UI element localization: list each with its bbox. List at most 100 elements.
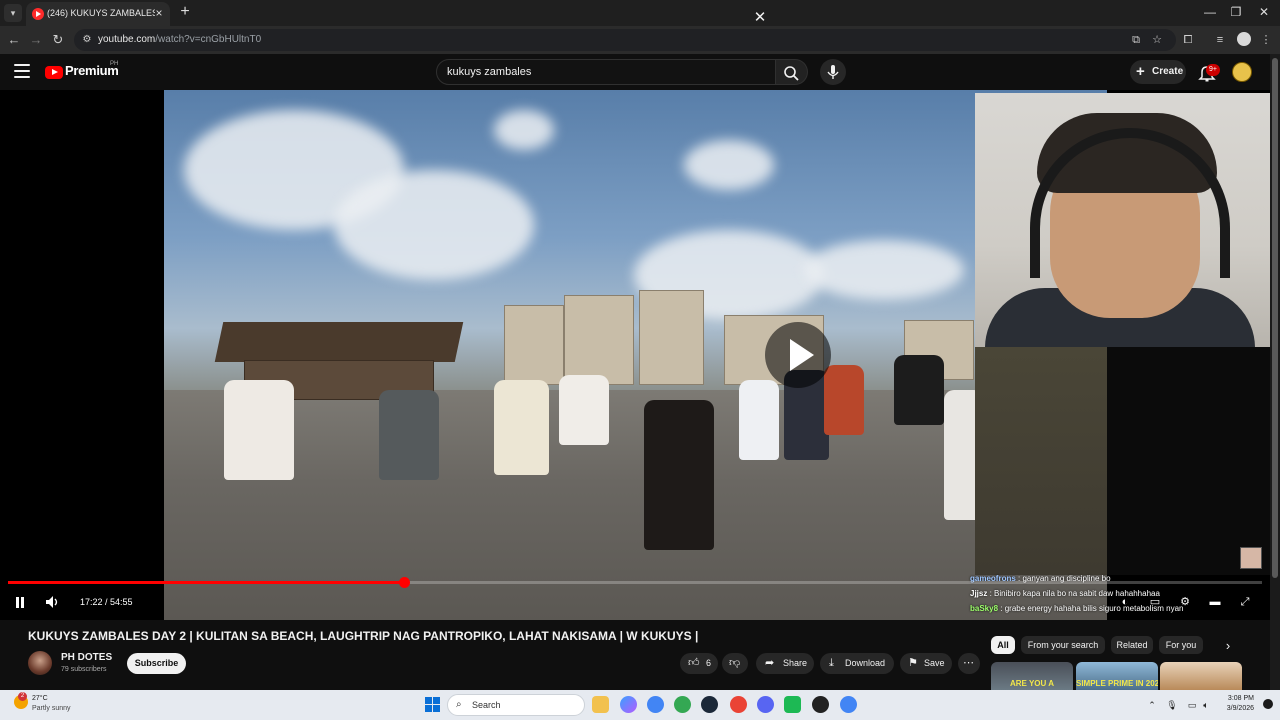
filter-chip-from-search[interactable]: From your search <box>1021 636 1105 654</box>
new-tab-button[interactable]: + <box>176 3 194 21</box>
filter-chip-for-you[interactable]: For you <box>1159 636 1203 654</box>
share-button[interactable]: ➦ Share <box>756 653 814 674</box>
media-controls-icon[interactable]: ≡ <box>1212 32 1228 48</box>
reload-icon[interactable]: ↻ <box>48 30 68 50</box>
search-input[interactable]: kukuys zambales <box>436 59 776 85</box>
taskbar-search-box[interactable]: ⌕ Search <box>447 694 585 716</box>
network-icon[interactable]: ▭ <box>1186 699 1198 711</box>
site-info-icon[interactable]: ⚙ <box>81 34 93 46</box>
steam-icon[interactable] <box>701 696 718 713</box>
video-frame[interactable] <box>164 90 1107 620</box>
chrome-icon[interactable] <box>647 696 664 713</box>
windows-start-icon[interactable] <box>425 697 440 712</box>
taskbar-search-label: Search <box>472 700 501 710</box>
cast-icon[interactable]: ⧉ <box>1129 33 1143 47</box>
obs-icon[interactable] <box>812 696 829 713</box>
progress-bar-played <box>8 581 404 584</box>
browser-menu-icon[interactable]: ⋮ <box>1258 32 1274 48</box>
chrome-profile-icon[interactable] <box>674 696 691 713</box>
speaker-icon <box>46 596 58 608</box>
pause-icon[interactable] <box>10 592 30 612</box>
youtube-logo-icon[interactable] <box>45 66 63 79</box>
tray-overflow-chevron-icon[interactable]: ⌃ <box>1146 699 1158 711</box>
streamer-webcam-overlay <box>975 93 1270 347</box>
settings-gear-icon[interactable]: ⚙ <box>1176 593 1194 611</box>
tab-title: (246) KUKUYS ZAMBALES D <box>47 8 155 18</box>
subtitles-icon[interactable]: ▭ <box>1146 593 1164 611</box>
window-close-button[interactable]: ✕ <box>1250 2 1278 22</box>
page-scrollbar-thumb[interactable] <box>1272 58 1278 578</box>
overlay-panel-dark <box>1107 347 1270 575</box>
dislike-button[interactable]: 👎︎ <box>722 653 748 674</box>
extensions-icon[interactable]: ⧠ <box>1180 32 1196 48</box>
like-button[interactable]: 👍︎ 6 <box>680 653 718 674</box>
weather-condition[interactable]: Partly sunny <box>32 705 71 712</box>
progress-scrubber-handle[interactable] <box>399 577 410 588</box>
taskbar-clock-time[interactable]: 3:08 PM <box>1224 695 1254 702</box>
tab-close-icon[interactable]: × <box>152 6 166 20</box>
weather-alert-badge: 2 <box>18 692 27 701</box>
copilot-icon[interactable] <box>620 696 637 713</box>
create-button[interactable]: + Create <box>1130 60 1186 84</box>
app-icon[interactable] <box>784 696 801 713</box>
thumbs-down-icon: 👎︎ <box>729 657 741 669</box>
download-icon: ⤓ <box>829 657 834 669</box>
recommended-video-thumbnail[interactable]: ARE YOU A <box>991 662 1073 690</box>
back-arrow-icon[interactable]: ← <box>4 30 24 50</box>
clear-search-icon[interactable]: ✕ <box>752 10 768 26</box>
window-minimize-button[interactable]: — <box>1196 2 1224 22</box>
chrome-window-icon[interactable] <box>840 696 857 713</box>
search-button[interactable] <box>776 59 808 85</box>
create-label: Create <box>1152 66 1184 77</box>
chrome-app-icon[interactable] <box>730 696 747 713</box>
video-player[interactable]: gameofrons : ganyan ang discipline bo Jj… <box>0 90 1270 620</box>
youtube-favicon-icon <box>32 8 44 20</box>
volume-tray-icon[interactable]: 🔈︎ <box>1200 699 1212 711</box>
chat-username: Jjjsz <box>970 589 988 598</box>
chat-text: : Binibiro kapa nila bo na sabit daw hah… <box>987 589 1160 598</box>
taskbar-clock-date[interactable]: 3/9/2026 <box>1218 705 1254 712</box>
stream-avatar-thumbnail <box>1240 547 1262 569</box>
notification-center-icon[interactable] <box>1263 699 1273 709</box>
recommended-video-thumbnail[interactable] <box>1160 662 1242 690</box>
more-horizontal-icon: ⋯ <box>963 657 974 669</box>
chevron-right-icon[interactable]: › <box>1221 639 1235 653</box>
channel-name[interactable]: PH DOTES <box>61 652 112 663</box>
subscribe-button[interactable]: Subscribe <box>127 653 186 674</box>
overlay-panel <box>975 347 1107 575</box>
menu-hamburger-icon[interactable] <box>14 64 30 78</box>
file-explorer-icon[interactable] <box>592 696 609 713</box>
account-avatar[interactable] <box>1232 62 1252 82</box>
search-icon: ⌕ <box>456 699 462 710</box>
discord-icon[interactable] <box>757 696 774 713</box>
fullscreen-icon[interactable]: ⤢ <box>1236 593 1254 611</box>
filter-chip-all[interactable]: All <box>991 636 1015 654</box>
weather-temperature[interactable]: 27°C <box>32 695 48 702</box>
address-bar[interactable]: ⚙ youtube.com/watch?v=cnGbHUltnT0 ⧉ ☆ <box>74 29 1176 51</box>
bookmark-icon: ⚑ <box>908 657 918 669</box>
window-restore-button[interactable]: ❐ <box>1222 2 1250 22</box>
channel-avatar[interactable] <box>28 651 52 675</box>
notification-count-badge: 9+ <box>1206 64 1220 76</box>
voice-search-button[interactable] <box>820 59 846 85</box>
volume-icon[interactable] <box>42 592 62 612</box>
like-count: 6 <box>706 658 712 668</box>
browser-profile-avatar[interactable] <box>1237 32 1251 46</box>
theater-mode-icon[interactable]: ▬ <box>1206 593 1224 611</box>
filter-chip-related[interactable]: Related <box>1111 636 1153 654</box>
live-chat-overlay: gameofrons : ganyan ang discipline bo Jj… <box>970 571 1210 616</box>
more-actions-button[interactable]: ⋯ <box>958 653 980 674</box>
save-button[interactable]: ⚑ Save <box>900 653 952 674</box>
download-button[interactable]: ⤓ Download <box>820 653 894 674</box>
tab-search-menu-button[interactable]: ▾ <box>4 4 22 22</box>
windows-taskbar: 2 27°C Partly sunny ⌕ Search ⌃ 🎙︎ ▭ 🔈︎ 3… <box>0 690 1280 720</box>
bookmark-star-icon[interactable]: ☆ <box>1150 33 1164 47</box>
share-arrow-icon: ➦ <box>765 657 775 669</box>
browser-tab-active[interactable]: (246) KUKUYS ZAMBALES D × <box>26 2 170 26</box>
recommended-video-thumbnail[interactable]: SIMPLE PRIME IN 2025 <box>1076 662 1158 690</box>
forward-arrow-icon[interactable]: → <box>26 30 46 50</box>
microphone-tray-icon[interactable]: 🎙︎ <box>1166 699 1178 711</box>
big-play-button[interactable] <box>765 322 831 388</box>
save-label: Save <box>924 658 945 668</box>
autoplay-toggle-icon[interactable]: ◐ <box>1116 593 1134 611</box>
